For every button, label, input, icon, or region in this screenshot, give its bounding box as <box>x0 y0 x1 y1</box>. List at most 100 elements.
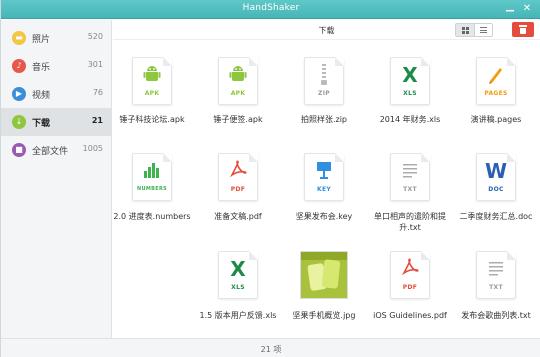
pdf-file-icon: PDF <box>390 251 430 299</box>
photo-icon: ▬ <box>12 31 26 45</box>
text-lines-icon <box>477 258 515 280</box>
grid-view-button[interactable] <box>456 24 474 36</box>
list-icon <box>480 27 487 33</box>
status-bar: 21 项 <box>1 338 540 357</box>
sidebar: ▬ 照片 520 ♪ 音乐 301 ▶ 视频 76 ↓ 下载 21 ■ 全部文件… <box>1 20 112 338</box>
file-type-label: PDF <box>402 284 418 291</box>
file-type-label: TXT <box>489 284 503 291</box>
minimize-icon[interactable]: ▁ <box>504 1 516 13</box>
sidebar-item-label: 下载 <box>32 119 51 129</box>
xls-file-icon: X XLS <box>218 251 258 299</box>
file-item[interactable]: PDF iOS Guidelines.pdf <box>365 251 455 331</box>
file-name: 锤子便签.apk <box>213 115 263 124</box>
sidebar-item-count: 520 <box>87 32 103 41</box>
music-icon: ♪ <box>12 59 26 73</box>
view-toggle <box>455 23 493 37</box>
bar-chart-icon <box>133 160 171 182</box>
image-thumbnail <box>300 251 348 299</box>
word-icon: W <box>484 159 508 183</box>
app-window: HandShaker ▁ ✕ ▬ 照片 520 ♪ 音乐 301 ▶ 视频 76… <box>0 0 540 357</box>
file-name: 拍照样张.zip <box>300 115 348 124</box>
file-type-label: APK <box>230 90 246 97</box>
delete-button[interactable] <box>512 22 534 37</box>
file-item[interactable]: KEY 坚果发布会.key <box>279 153 369 248</box>
file-item[interactable]: TXT 发布会歌曲列表.txt <box>451 251 540 331</box>
sidebar-item-music[interactable]: ♪ 音乐 301 <box>1 52 112 80</box>
sidebar-item-label: 照片 <box>32 35 51 45</box>
file-item[interactable]: PDF 准备文稿.pdf <box>193 153 283 248</box>
file-item[interactable]: NUMBERS 2.0 进度表.numbers <box>107 153 197 248</box>
file-type-label: TXT <box>403 186 417 193</box>
file-item[interactable]: TXT 单口相声的遣阶和提升.txt <box>365 153 455 248</box>
zip-file-icon: ZIP <box>304 57 344 105</box>
file-type-label: ZIP <box>318 90 330 97</box>
acrobat-icon <box>391 258 429 280</box>
sidebar-item-label: 全部文件 <box>32 147 69 157</box>
apk-file-icon: APK <box>132 57 172 105</box>
file-type-label: PDF <box>230 186 246 193</box>
file-item[interactable]: W DOC 二季度财务汇总.doc <box>451 153 540 248</box>
excel-icon: X <box>230 257 246 281</box>
file-type-label: XLS <box>231 284 245 291</box>
file-item[interactable]: APK 锤子科技论坛.apk <box>107 57 197 147</box>
content-header: 下载 <box>113 20 540 40</box>
file-item[interactable]: X XLS 2014 年财务.xls <box>365 57 455 147</box>
file-item[interactable]: 坚果手机概览.jpg <box>279 251 369 331</box>
file-type-label: NUMBERS <box>137 186 167 192</box>
file-name: 二季度财务汇总.doc <box>459 212 533 221</box>
file-name: 单口相声的遣阶和提升.txt <box>374 212 446 232</box>
file-name: 发布会歌曲列表.txt <box>461 311 531 320</box>
sidebar-item-label: 音乐 <box>32 63 51 73</box>
pdf-file-icon: PDF <box>218 153 258 201</box>
file-type-label: KEY <box>317 186 331 193</box>
file-item[interactable]: ZIP 拍照样张.zip <box>279 57 369 147</box>
file-name: 锤子科技论坛.apk <box>119 115 185 124</box>
file-type-label: APK <box>144 90 160 97</box>
item-count: 21 项 <box>260 345 282 354</box>
zip-icon <box>305 64 343 90</box>
txt-file-icon: TXT <box>476 251 516 299</box>
sidebar-item-label: 视频 <box>32 91 51 101</box>
apk-file-icon: APK <box>218 57 258 105</box>
excel-icon: X <box>402 63 418 87</box>
file-type-label: PAGES <box>484 90 508 97</box>
acrobat-icon <box>219 160 257 182</box>
sidebar-item-all-files[interactable]: ■ 全部文件 1005 <box>1 136 112 164</box>
android-icon <box>219 64 257 88</box>
sidebar-item-count: 21 <box>91 116 103 125</box>
sidebar-item-photos[interactable]: ▬ 照片 520 <box>1 24 112 52</box>
file-type-label: XLS <box>403 90 417 97</box>
pages-file-icon: PAGES <box>476 57 516 105</box>
file-name: 2.0 进度表.numbers <box>113 212 191 221</box>
android-icon <box>133 64 171 88</box>
sidebar-item-count: 301 <box>87 60 103 69</box>
file-name: 准备文稿.pdf <box>214 212 262 221</box>
video-icon: ▶ <box>12 87 26 101</box>
file-browser: 下载 APK 锤子科技论坛.apk APK 锤子便签.apk ZIP 拍照样张.… <box>113 20 540 338</box>
file-name: 2014 年财务.xls <box>379 115 441 124</box>
file-item[interactable]: PAGES 演讲稿.pages <box>451 57 540 147</box>
file-name: 演讲稿.pages <box>470 115 522 124</box>
file-item[interactable]: APK 锤子便签.apk <box>193 57 283 147</box>
download-icon: ↓ <box>12 115 26 129</box>
trash-icon <box>519 25 527 34</box>
file-type-label: DOC <box>488 186 504 193</box>
sidebar-item-count: 76 <box>92 88 103 97</box>
sidebar-item-downloads[interactable]: ↓ 下载 21 <box>1 108 112 136</box>
key-file-icon: KEY <box>304 153 344 201</box>
title-bar: HandShaker ▁ ✕ <box>1 0 540 19</box>
sidebar-item-videos[interactable]: ▶ 视频 76 <box>1 80 112 108</box>
text-lines-icon <box>391 160 429 182</box>
all-files-icon: ■ <box>12 143 26 157</box>
close-icon[interactable]: ✕ <box>521 3 533 15</box>
file-name: iOS Guidelines.pdf <box>373 311 447 320</box>
file-item[interactable]: X XLS 1.5 版本用户反馈.xls <box>193 251 283 331</box>
file-name: 坚果手机概览.jpg <box>292 311 356 320</box>
txt-file-icon: TXT <box>390 153 430 201</box>
numbers-file-icon: NUMBERS <box>132 153 172 201</box>
doc-file-icon: W DOC <box>476 153 516 201</box>
grid-icon <box>461 26 469 34</box>
list-view-button[interactable] <box>474 24 492 36</box>
sidebar-item-count: 1005 <box>82 144 103 153</box>
xls-file-icon: X XLS <box>390 57 430 105</box>
